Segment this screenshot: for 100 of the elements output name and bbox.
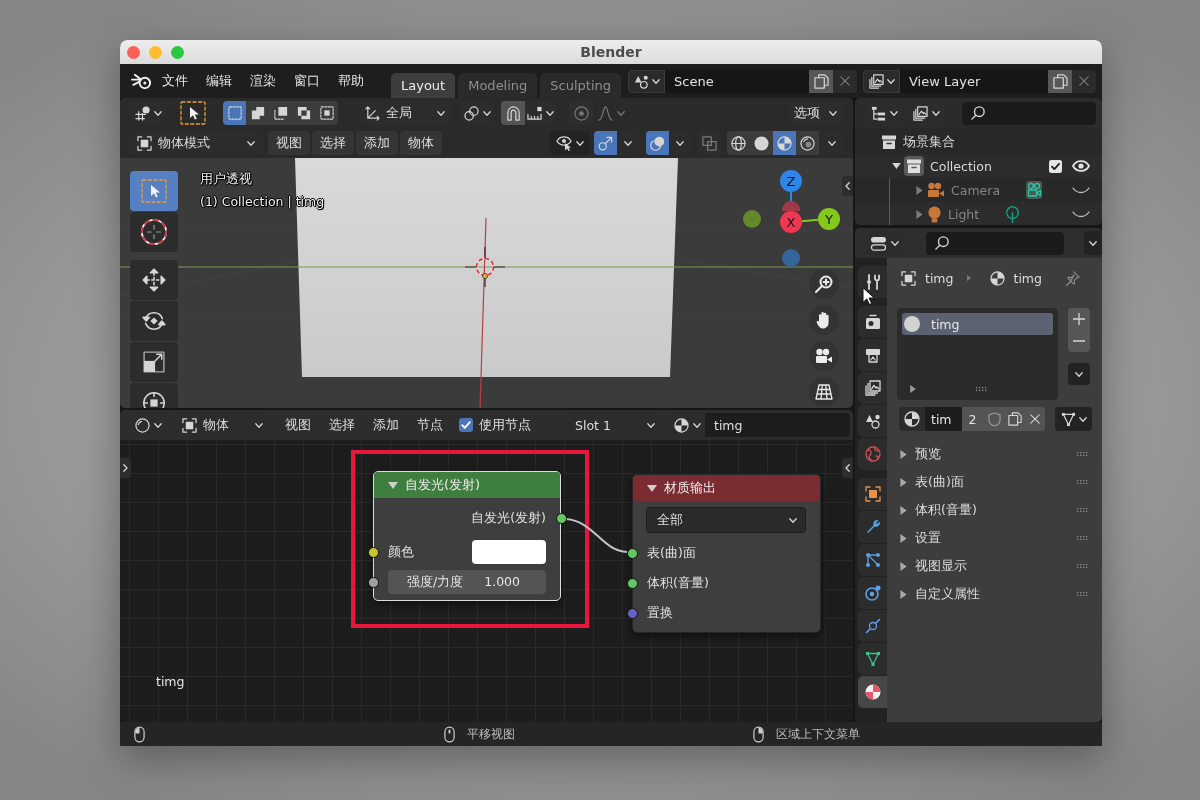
expand-triangle-icon[interactable] [900, 505, 907, 515]
menu-item[interactable]: 渲染 [241, 69, 285, 93]
properties-tab[interactable] [858, 266, 887, 298]
outliner-item[interactable]: 场景集合 [903, 133, 955, 151]
socket-icon[interactable] [626, 547, 638, 559]
tool-button[interactable] [130, 260, 178, 300]
camera-view-button[interactable] [809, 341, 839, 371]
expand-triangle-icon[interactable] [900, 449, 907, 459]
panel-title[interactable]: 表(曲)面 [915, 473, 1077, 491]
scene-name-field[interactable]: Scene [665, 69, 809, 93]
header-menu-button[interactable]: 物体 [400, 131, 442, 155]
snap-toggle[interactable] [501, 101, 525, 125]
node-header[interactable]: 自发光(发射) [374, 472, 560, 498]
select-mode-button[interactable] [246, 101, 269, 125]
properties-tab[interactable] [858, 478, 887, 510]
options-dropdown[interactable] [1084, 231, 1102, 255]
user-count-button[interactable]: 2 [962, 407, 983, 431]
workspace-tab[interactable]: Layout [391, 73, 456, 98]
node-header[interactable]: 材质输出 [633, 475, 820, 501]
header-menu-item[interactable]: 节点 [408, 413, 452, 437]
axis-button[interactable]: X [780, 211, 802, 233]
menu-item[interactable]: 帮助 [329, 69, 373, 93]
logo-icon[interactable] [131, 72, 152, 90]
view-layer-name-field[interactable]: View Layer [900, 69, 1048, 93]
panel-title[interactable]: 体积(音量) [915, 501, 1077, 519]
socket-icon[interactable] [367, 546, 379, 558]
shader-node[interactable]: 材质输出 全部 表(曲)面 体积(音量) 置换 [632, 474, 821, 633]
xray-toggle[interactable] [699, 131, 719, 155]
tool-button[interactable] [130, 301, 178, 341]
properties-tab[interactable] [858, 405, 887, 437]
camera-tile-icon[interactable] [1026, 181, 1043, 199]
eye-closed-icon[interactable] [1072, 210, 1090, 218]
expand-triangle-icon[interactable] [900, 561, 907, 571]
panel-title[interactable]: 预览 [915, 445, 1077, 463]
grip-dots-icon[interactable] [1077, 452, 1088, 456]
expand-triangle-icon[interactable] [891, 163, 901, 169]
outliner-item[interactable]: Collection [930, 158, 992, 174]
eye-icon[interactable] [1072, 160, 1090, 172]
pin-icon[interactable] [1065, 270, 1080, 286]
node-type-dropdown[interactable] [1055, 407, 1092, 431]
collapse-triangle-icon[interactable] [388, 481, 398, 489]
toolbar-toggle[interactable] [120, 458, 131, 478]
outliner-item[interactable]: Light [948, 206, 980, 222]
add-slot-button[interactable] [1068, 308, 1090, 330]
axis-button[interactable]: Y [818, 208, 840, 230]
properties-tab[interactable] [858, 643, 887, 675]
panel-title[interactable]: 自定义属性 [915, 585, 1077, 603]
remove-slot-button[interactable] [1068, 330, 1090, 352]
select-mode-button[interactable] [315, 101, 338, 125]
material-slot-item[interactable]: timg [902, 313, 1053, 335]
menu-item[interactable]: 窗口 [285, 69, 329, 93]
header-menu-item[interactable]: 选择 [320, 413, 364, 437]
checkbox-icon[interactable] [1049, 159, 1062, 173]
axis-dot-icon[interactable] [743, 210, 761, 228]
properties-tab[interactable] [858, 676, 887, 708]
slot-menu-button[interactable] [1068, 363, 1090, 385]
tool-button[interactable] [130, 212, 178, 252]
delete-view-layer-button[interactable] [1072, 69, 1096, 93]
properties-tab[interactable] [858, 372, 887, 404]
material-name-field[interactable]: tim [925, 407, 962, 431]
value-field[interactable]: 强度/力度 1.000 [388, 570, 546, 594]
view-layer-browse-button[interactable] [863, 69, 900, 93]
grip-dots-icon[interactable] [1077, 592, 1088, 596]
axis-button[interactable]: Z [780, 170, 802, 192]
outliner-item[interactable]: Camera [951, 182, 1001, 198]
perspective-button[interactable] [809, 377, 839, 407]
tool-button[interactable] [130, 342, 178, 382]
workspace-tab[interactable]: Sculpting [540, 73, 622, 98]
sidebar-toggle[interactable] [842, 458, 853, 478]
header-menu-button[interactable]: 视图 [268, 131, 310, 155]
color-field[interactable] [472, 540, 546, 564]
delete-scene-button[interactable] [833, 69, 857, 93]
panel-title[interactable]: 视图显示 [915, 557, 1077, 575]
header-menu-item[interactable]: 视图 [276, 413, 320, 437]
grip-dots-icon[interactable] [1077, 536, 1088, 540]
socket-icon[interactable] [555, 512, 567, 524]
new-scene-button[interactable] [809, 69, 833, 93]
search-field[interactable] [926, 231, 1064, 255]
expand-triangle-icon[interactable] [900, 477, 907, 487]
workspace-tab[interactable]: Modeling [458, 73, 538, 98]
material-name-field[interactable]: timg [705, 413, 850, 437]
pan-button[interactable] [809, 305, 839, 335]
selectability-dropdown[interactable] [550, 131, 590, 155]
expand-triangle-icon[interactable] [900, 533, 907, 543]
target-dropdown[interactable]: 全部 [646, 507, 806, 533]
grip-dots-icon[interactable] [1077, 480, 1088, 484]
axis-dot-icon[interactable] [782, 249, 800, 267]
header-menu-button[interactable]: 添加 [356, 131, 398, 155]
header-menu-button[interactable]: 选择 [312, 131, 354, 155]
scene-browse-button[interactable] [628, 69, 665, 93]
expand-triangle-icon[interactable] [910, 385, 916, 393]
material-browse-button[interactable] [899, 407, 925, 431]
menu-item[interactable]: 文件 [153, 69, 197, 93]
grip-dots-icon[interactable] [1077, 564, 1088, 568]
eye-closed-icon[interactable] [1072, 186, 1090, 194]
gizmos-toggle[interactable] [594, 131, 617, 155]
collapse-triangle-icon[interactable] [647, 484, 657, 492]
grip-dots-icon[interactable] [976, 387, 987, 391]
active-tool-button[interactable] [180, 101, 206, 125]
shader-node[interactable]: 自发光(发射) 自发光(发射) 颜色 强度/力度 1.000 [373, 471, 561, 601]
